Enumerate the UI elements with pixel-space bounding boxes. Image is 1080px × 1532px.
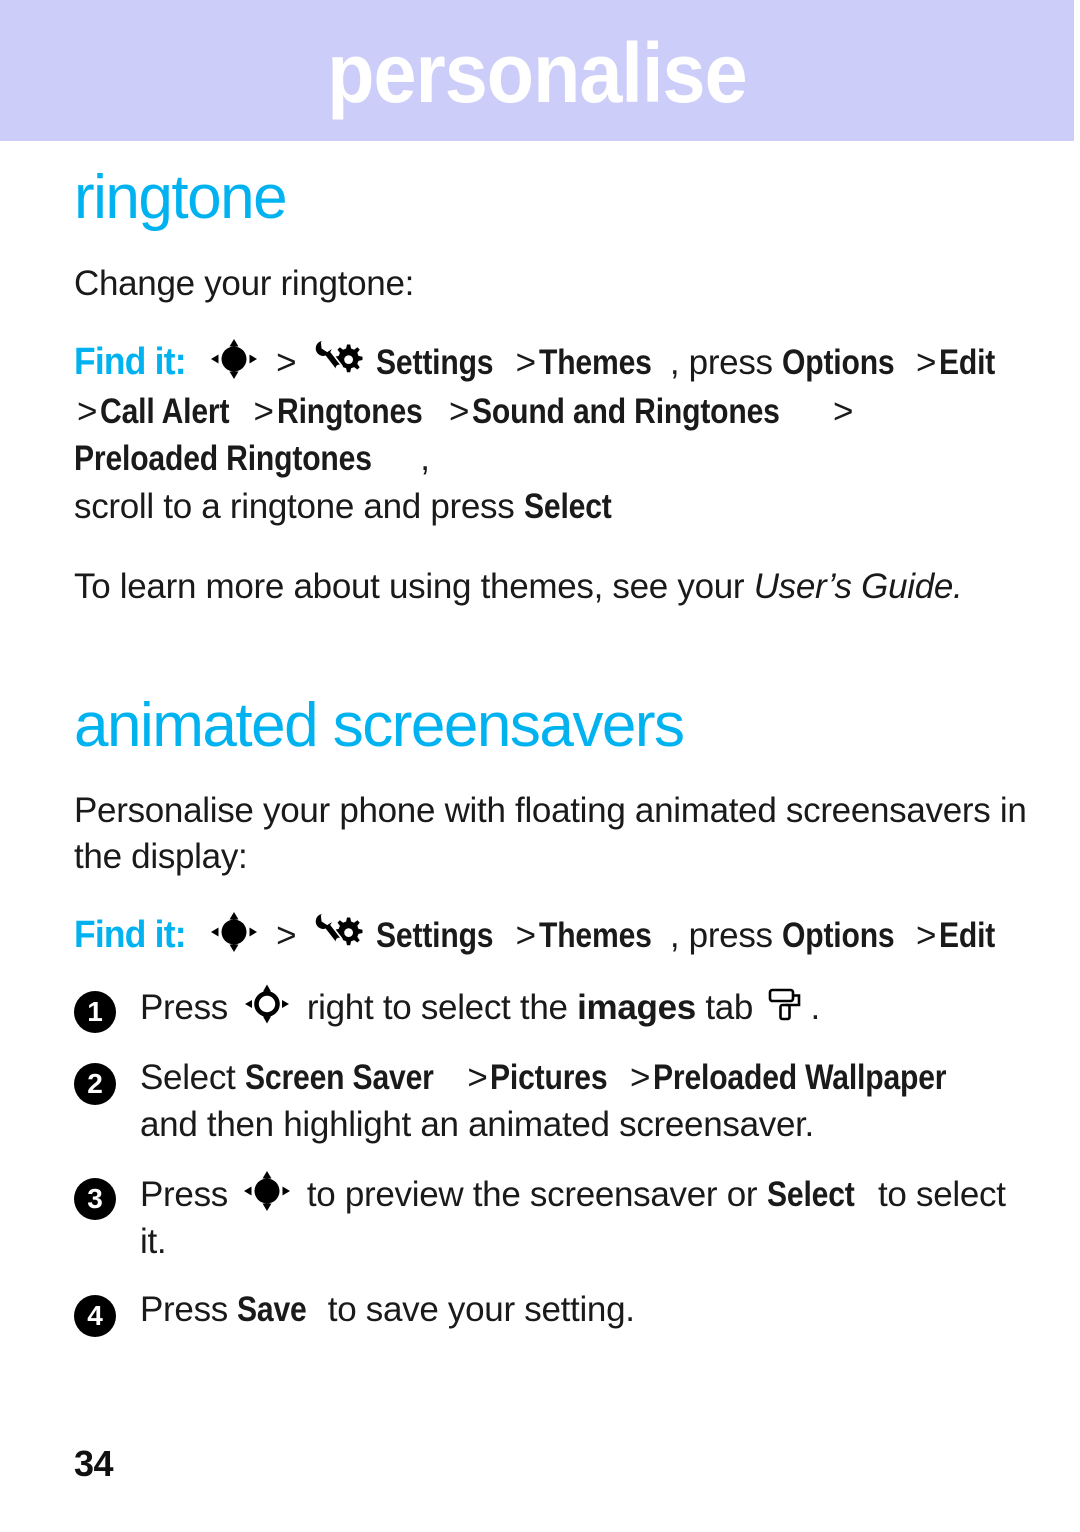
menu-path-options: Options <box>782 915 895 955</box>
step-text-post: and then highlight an animated screensav… <box>140 1104 814 1144</box>
menu-path-settings: Settings <box>376 915 494 955</box>
path-separator: > <box>915 342 937 382</box>
step-item: 1 Press right to select the images tab . <box>74 983 1034 1033</box>
page-content: ringtone Change your ringtone: Find it: … <box>74 150 1034 1338</box>
step-number-badge: 3 <box>74 1178 116 1221</box>
step-number-badge: 2 <box>74 1063 116 1105</box>
menu-path-settings: Settings <box>376 342 494 382</box>
menu-path-themes: Themes <box>538 342 652 382</box>
findit-block-screensavers: Find it: > Settings >Themes , press Opti… <box>74 909 1034 961</box>
navigation-key-filled-icon <box>241 1170 293 1212</box>
path-separator: > <box>832 392 854 432</box>
navigation-key-filled-icon <box>208 338 260 380</box>
step-item: 3 Press to preview the screensaver or Se… <box>74 1170 1034 1265</box>
step-text-pre: Press <box>140 988 238 1027</box>
path-separator: > <box>630 1058 651 1097</box>
menu-path-options: Options <box>782 342 895 382</box>
menu-path-ringtones: Ringtones <box>276 392 423 432</box>
navigation-key-filled-icon <box>208 911 260 953</box>
step-text-mid: right to select the <box>297 988 578 1027</box>
manual-page: personalise ringtone Change your rington… <box>0 0 1080 1532</box>
menu-path-edit: Edit <box>939 342 996 382</box>
section-heading-animated-screensavers: animated screensavers <box>74 691 685 761</box>
select-softkey-label: Select <box>766 1175 855 1215</box>
ringtone-intro-text: Change your ringtone: <box>74 264 415 304</box>
menu-path-select: Select <box>523 486 612 526</box>
step-text: Press right to select the images tab . <box>140 983 1034 1032</box>
page-header-band: personalise <box>0 0 1074 141</box>
path-separator: > <box>253 392 274 432</box>
step-text-end: . <box>810 988 821 1027</box>
step-text-pre: Press <box>140 1175 238 1215</box>
findit-tail-plain: scroll to a ringtone and press <box>74 486 524 526</box>
ringtone-note-plain: To learn more about using themes, see yo… <box>74 566 754 606</box>
step-text: Press to preview the screensaver or Sele… <box>140 1170 1034 1265</box>
path-separator: > <box>276 915 297 955</box>
settings-wrench-gear-icon <box>313 336 363 380</box>
path-separator: > <box>276 342 297 382</box>
findit-connector: , press <box>669 915 783 955</box>
settings-wrench-gear-icon <box>313 909 363 953</box>
menu-path-screen-saver: Screen Saver <box>244 1058 434 1097</box>
menu-path-sound-and-ringtones: Sound and Ringtones <box>472 392 780 432</box>
findit-label: Find it: <box>74 913 187 956</box>
path-separator: > <box>467 1058 488 1097</box>
step-text-post: to save your setting. <box>318 1290 635 1330</box>
path-comma: , <box>420 439 430 479</box>
screensavers-intro-text: Personalise your phone with floating ani… <box>74 790 1027 877</box>
menu-path-preloaded-ringtones: Preloaded Ringtones <box>74 439 372 479</box>
step-text: Press Save to save your setting. <box>140 1287 1034 1334</box>
menu-path-themes: Themes <box>538 915 652 955</box>
step-text-mid: to preview the screensaver or <box>297 1175 767 1215</box>
steps-list: 1 Press right to select the images tab .… <box>74 983 1034 1338</box>
section-heading-ringtone: ringtone <box>74 163 288 232</box>
page-number: 34 <box>74 1443 114 1484</box>
ringtone-note: To learn more about using themes, see yo… <box>74 564 1034 611</box>
navigation-key-hollow-icon <box>241 983 293 1025</box>
findit-label: Find it: <box>74 340 187 383</box>
step-number-badge: 1 <box>74 991 116 1033</box>
step-number-badge: 4 <box>74 1295 116 1338</box>
findit-block-ringtone: Find it: > Settings >Themes , press Opti… <box>74 336 1034 530</box>
step-item: 4 Press Save to save your setting. <box>74 1287 1034 1338</box>
save-softkey-label: Save <box>237 1290 308 1330</box>
path-separator: > <box>77 392 98 432</box>
images-tab-label: images <box>577 988 696 1027</box>
menu-path-edit: Edit <box>939 915 996 955</box>
step-text-post: tab <box>695 988 763 1027</box>
path-separator: > <box>515 342 536 382</box>
paint-roller-images-tab-icon <box>767 987 807 1023</box>
path-separator: > <box>515 915 536 955</box>
step-item: 2 Select Screen Saver >Pictures >Preloaded… <box>74 1055 1034 1148</box>
step-text-pre: Select <box>140 1058 245 1097</box>
path-separator: > <box>448 392 470 432</box>
findit-connector: , press <box>669 342 783 382</box>
users-guide-reference: User’s Guide. <box>753 566 963 606</box>
menu-path-preloaded-wallpaper: Preloaded Wallpaper <box>653 1058 947 1097</box>
path-separator: > <box>915 915 937 955</box>
step-text: Select Screen Saver >Pictures >Preloaded W… <box>140 1055 1034 1148</box>
menu-path-call-alert: Call Alert <box>100 392 230 432</box>
menu-path-pictures: Pictures <box>490 1058 608 1097</box>
page-title: personalise <box>327 25 747 120</box>
step-text-pre: Press <box>140 1290 238 1330</box>
